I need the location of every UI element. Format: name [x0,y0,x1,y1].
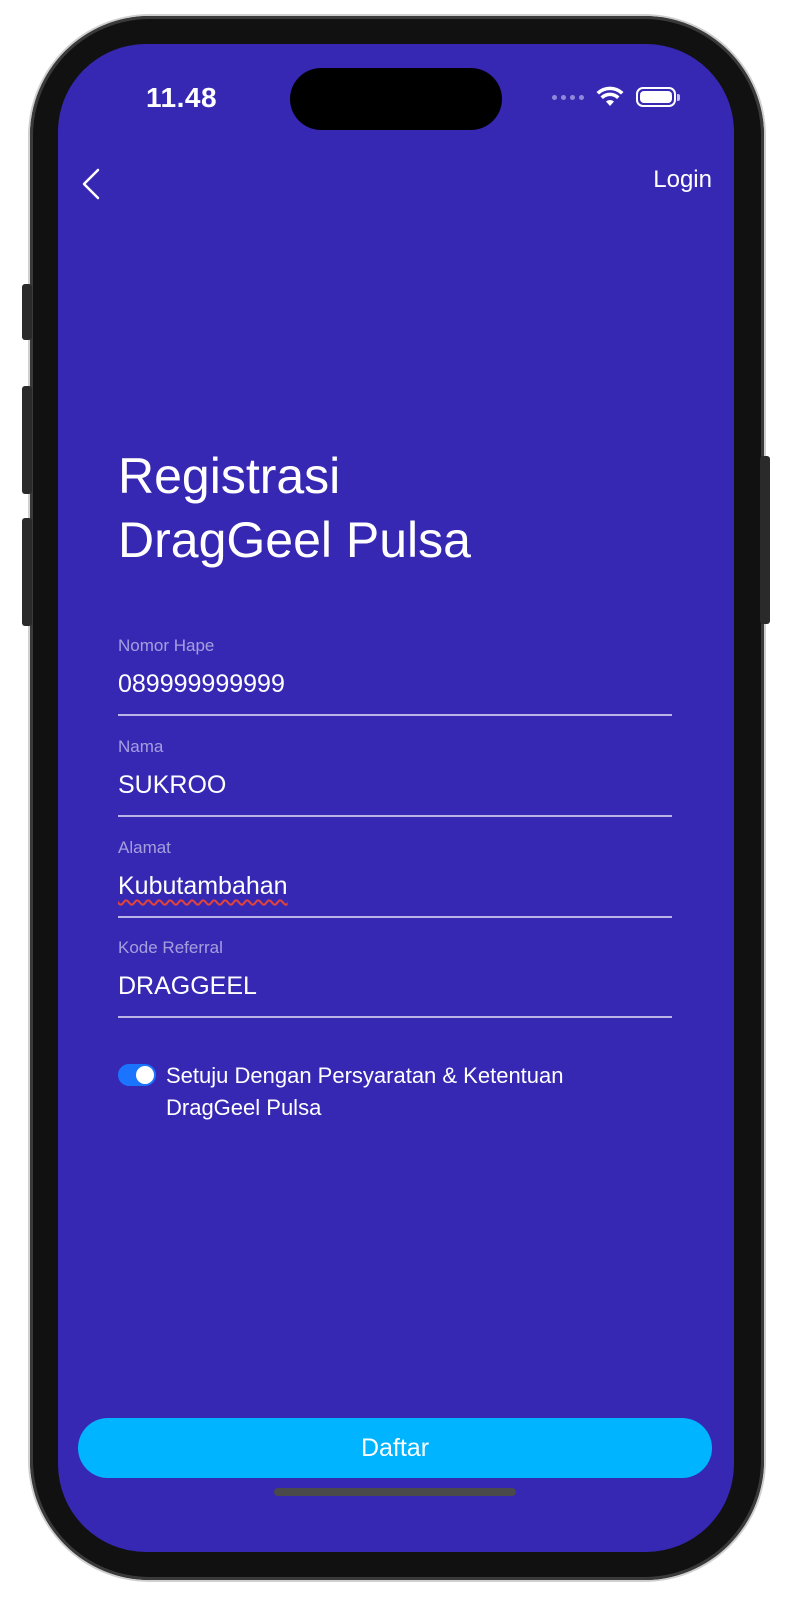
volume-down-button [22,518,32,626]
page-title: Registrasi DragGeel Pulsa [118,444,471,572]
phone-number-field[interactable]: Nomor Hape 089999999999 [118,636,672,716]
power-button [760,456,770,624]
toggle-knob [136,1066,154,1084]
page-title-line-1: Registrasi [118,448,341,504]
name-input[interactable]: SUKROO [118,771,672,800]
name-field[interactable]: Nama SUKROO [118,737,672,817]
referral-code-input[interactable]: DRAGGEEL [118,972,672,1001]
agreement-text: Setuju Dengan Persyaratan & Ketentuan Dr… [166,1063,564,1120]
volume-up-button [22,386,32,494]
back-button[interactable] [72,162,108,206]
phone-number-label: Nomor Hape [118,636,215,655]
home-indicator [274,1488,516,1496]
phone-number-input[interactable]: 089999999999 [118,670,672,699]
status-time: 11.48 [146,82,218,113]
referral-code-field[interactable]: Kode Referral DRAGGEEL [118,938,672,1018]
action-button [22,284,32,340]
address-input-text: Kubutambahan [118,872,288,900]
page-title-line-2: DragGeel Pulsa [118,512,471,568]
address-field[interactable]: Alamat Kubutambahan [118,838,672,918]
battery-icon [636,87,680,107]
dynamic-island [290,68,502,130]
address-label: Alamat [118,838,171,857]
name-label: Nama [118,737,164,756]
login-link[interactable]: Login [653,166,712,194]
register-button[interactable]: Daftar [78,1418,712,1478]
cellular-signal-icon [552,94,584,100]
status-icons [552,86,680,108]
referral-code-label: Kode Referral [118,938,223,957]
agreement-toggle[interactable] [118,1064,156,1086]
wifi-icon [596,86,624,106]
chevron-left-icon [82,168,100,200]
address-input[interactable]: Kubutambahan [118,872,672,901]
app-screen: 11.48 Login Registrasi DragGeel Pulsa No… [58,44,734,1552]
